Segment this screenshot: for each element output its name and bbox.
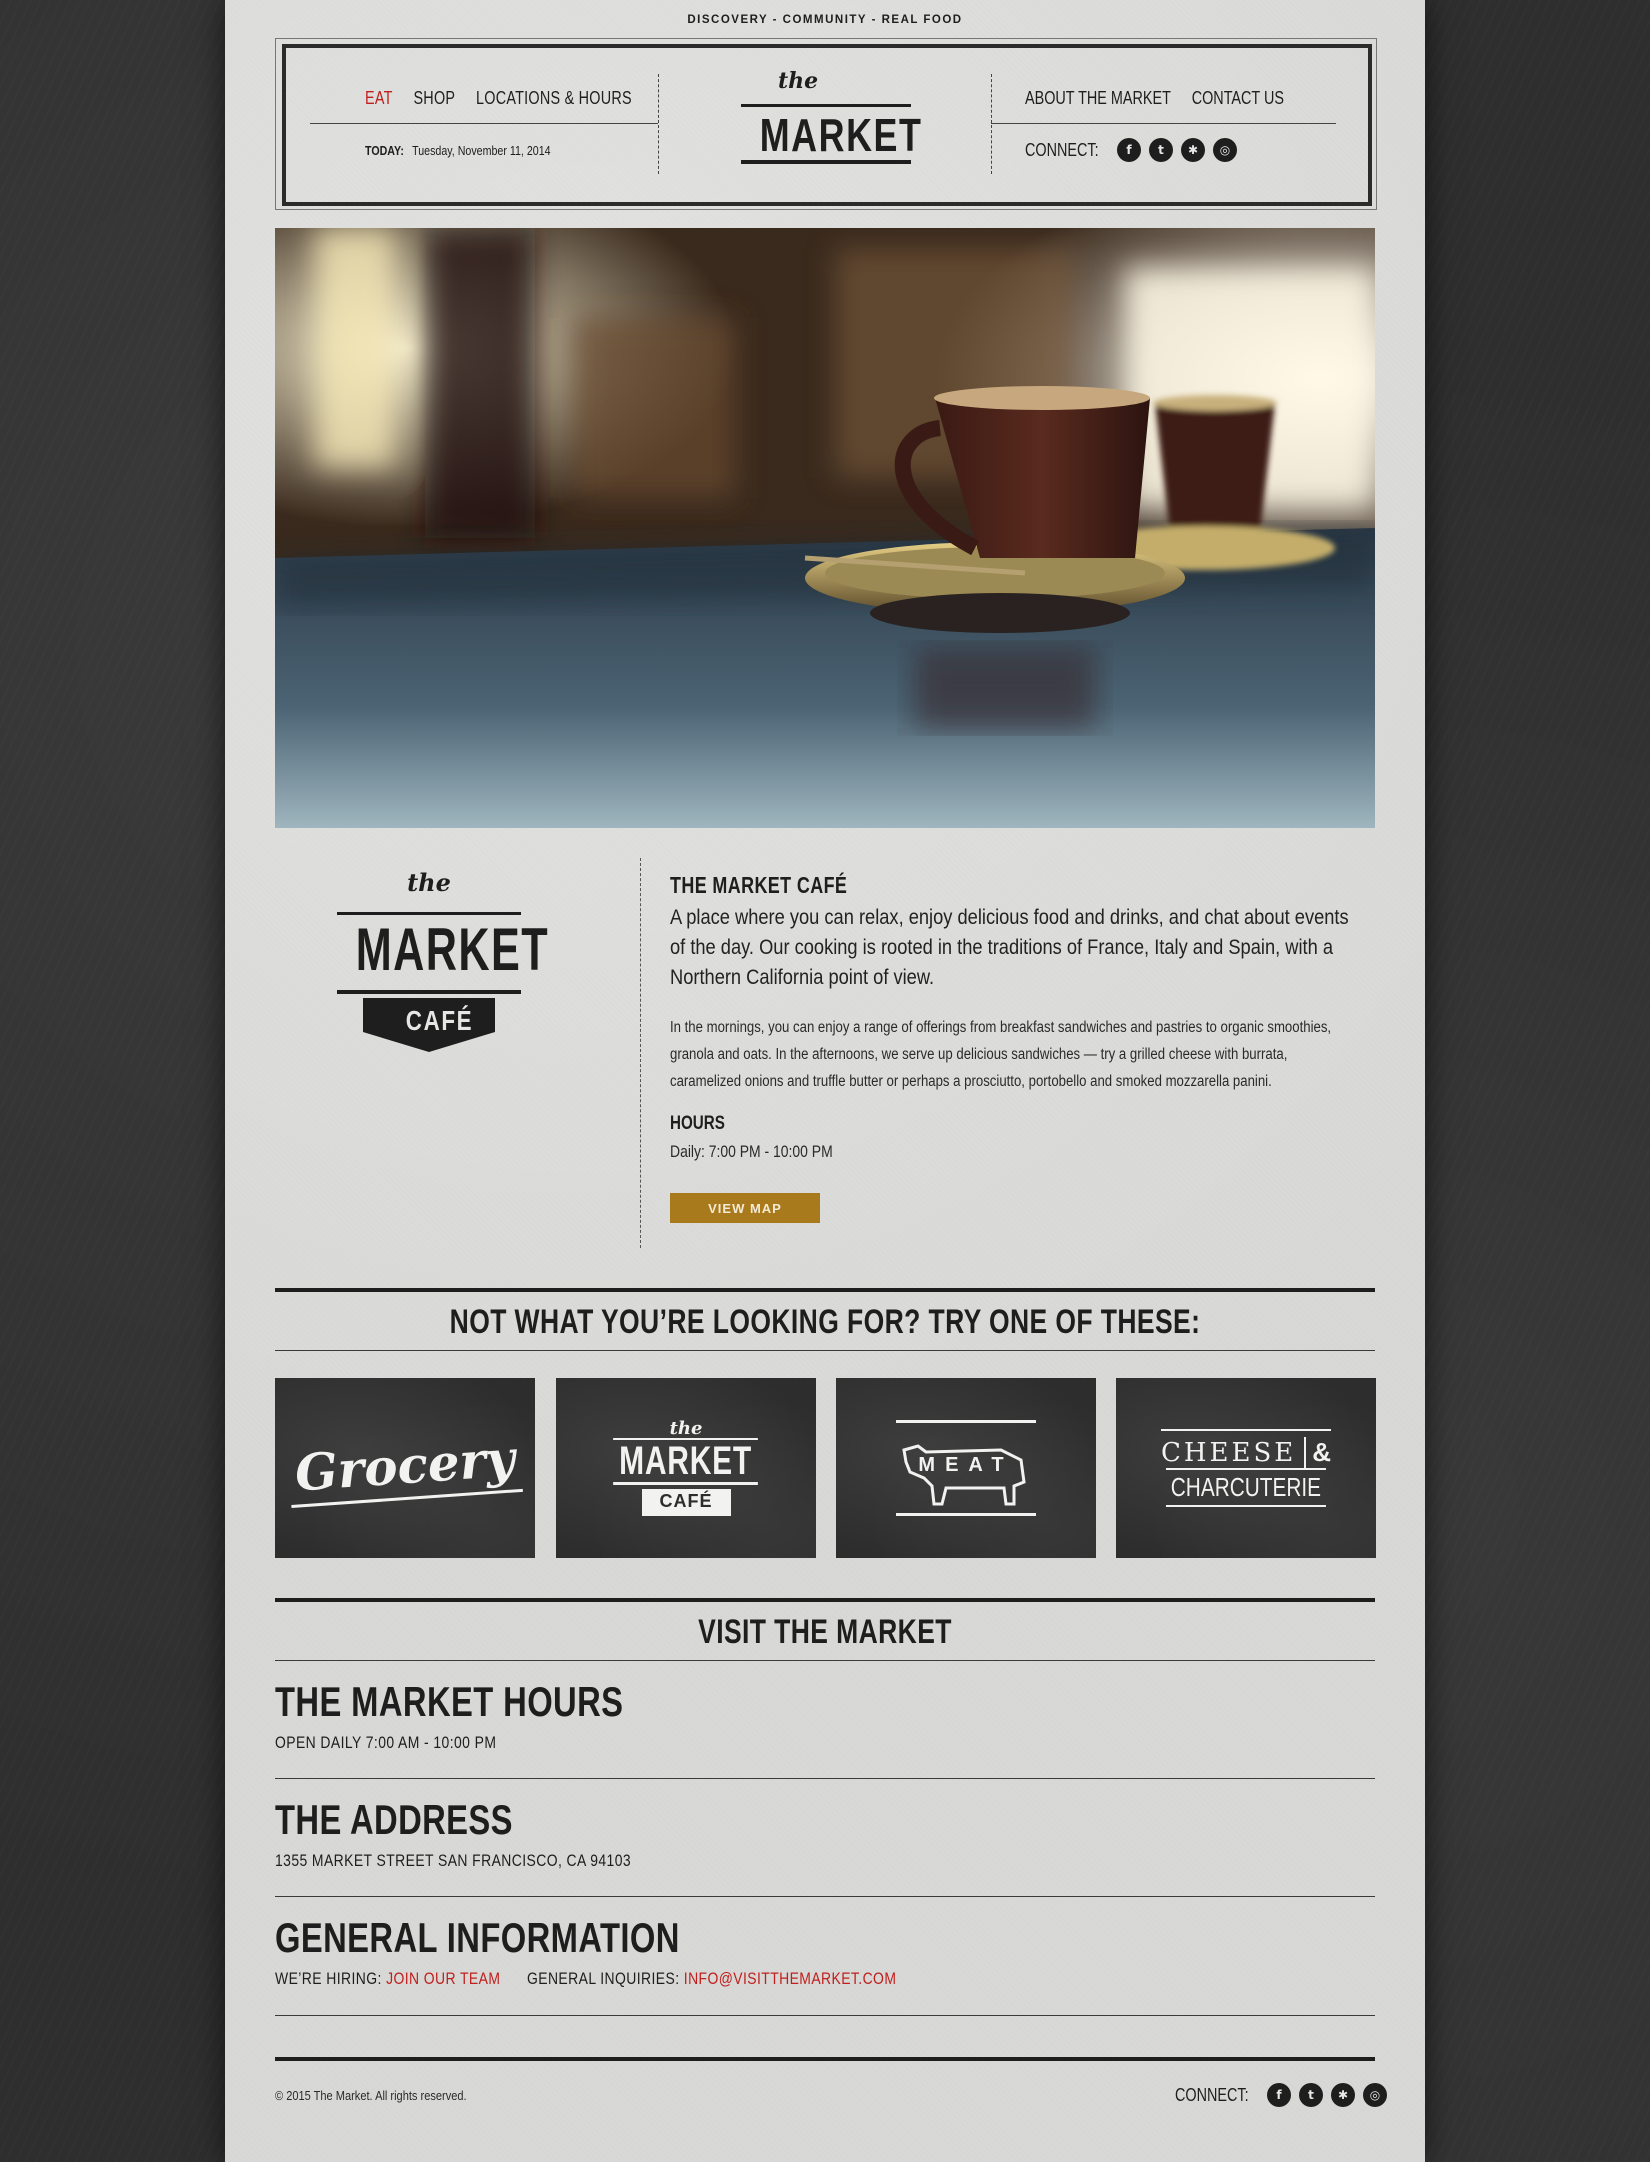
tile-meat[interactable]: MEAT: [836, 1378, 1096, 1558]
inquiries-label: GENERAL INQUIRIES:: [526, 1969, 680, 1988]
tile-meat-art: MEAT: [896, 1420, 1036, 1516]
visit-heading: VISIT THE MARKET: [698, 1613, 952, 1651]
tile-cafe-cafe: CAFÉ: [641, 1489, 731, 1516]
instagram-icon[interactable]: ◎: [1363, 2083, 1388, 2107]
tile-cheese-line1: CHEESE &: [1160, 1429, 1332, 1468]
cafe-logo-cafe: CAFÉ: [405, 1005, 474, 1036]
header-dashed-divider-left: [658, 74, 659, 174]
suggest-heading: NOT WHAT YOU’RE LOOKING FOR? TRY ONE OF …: [449, 1303, 1201, 1341]
header-connect: CONNECT: f t ✱ ◎: [1025, 138, 1238, 162]
instagram-icon[interactable]: ◎: [1213, 138, 1238, 162]
hero-image: [275, 228, 1375, 828]
view-map-button[interactable]: VIEW MAP: [670, 1193, 820, 1223]
address-title: THE ADDRESS: [275, 1796, 513, 1843]
address-divider: [275, 1896, 1375, 1897]
footer-connect: CONNECT: f t ✱ ◎: [1175, 2083, 1388, 2107]
copyright: © 2015 The Market. All rights reserved.: [275, 2088, 467, 2103]
footer-rule: [275, 2057, 1375, 2061]
nav-shop[interactable]: SHOP: [413, 88, 455, 109]
suggest-rule-top: [275, 1288, 1375, 1292]
tile-cafe-the: the: [669, 1418, 703, 1439]
cafe-logo-the: the: [407, 868, 451, 897]
tile-cheese-charcuterie[interactable]: CHEESE & CHARCUTERIE: [1116, 1378, 1376, 1558]
cafe-lead-text: A place where you can relax, enjoy delic…: [670, 905, 1349, 989]
primary-nav: EAT SHOP LOCATIONS & HOURS: [365, 88, 632, 109]
connect-label: CONNECT:: [1025, 139, 1099, 160]
address-text: 1355 MARKET STREET SAN FRANCISCO, CA 941…: [275, 1851, 632, 1870]
today-value: Tuesday, November 11, 2014: [412, 143, 551, 158]
nav-about-the-market[interactable]: ABOUT THE MARKET: [1025, 88, 1171, 109]
market-hours-title: THE MARKET HOURS: [275, 1678, 624, 1725]
join-our-team-link[interactable]: JOIN OUR TEAM: [386, 1969, 500, 1988]
header-divider-left: [310, 123, 658, 124]
yelp-icon[interactable]: ✱: [1181, 138, 1206, 162]
tile-grocery[interactable]: Grocery: [275, 1378, 535, 1558]
hiring-label: WE’RE HIRING:: [275, 1969, 382, 1988]
cafe-hours-text: Daily: 7:00 PM - 10:00 PM: [670, 1142, 833, 1161]
twitter-icon[interactable]: t: [1299, 2083, 1324, 2107]
cafe-dashed-divider: [640, 858, 641, 1248]
cafe-body-text: In the mornings, you can enjoy a range o…: [670, 1019, 1332, 1090]
cafe-hours-title: HOURS: [670, 1113, 725, 1134]
tagline: DISCOVERY - COMMUNITY - REAL FOOD: [687, 14, 963, 26]
tile-market-cafe[interactable]: the MARKET CAFÉ: [556, 1378, 816, 1558]
general-info-title: GENERAL INFORMATION: [275, 1914, 680, 1961]
page-paper: DISCOVERY - COMMUNITY - REAL FOOD EAT SH…: [225, 0, 1425, 2162]
tile-cafe-market: MARKET: [613, 1438, 759, 1485]
secondary-nav: ABOUT THE MARKET CONTACT US: [1025, 88, 1284, 109]
nav-contact-us[interactable]: CONTACT US: [1192, 88, 1284, 109]
header-dashed-divider-right: [991, 74, 992, 174]
hero-coffee-photo: [275, 228, 1375, 828]
facebook-icon[interactable]: f: [1117, 138, 1142, 162]
tile-cheese-amp: &: [1304, 1437, 1331, 1468]
today-date: TODAY: Tuesday, November 11, 2014: [365, 143, 551, 158]
tile-cheese-label: CHEESE: [1160, 1437, 1297, 1468]
footer-connect-label: CONNECT:: [1175, 2084, 1249, 2105]
twitter-icon[interactable]: t: [1149, 138, 1174, 162]
market-hours-text: OPEN DAILY 7:00 AM - 10:00 PM: [275, 1733, 497, 1752]
yelp-icon[interactable]: ✱: [1331, 2083, 1356, 2107]
inquiries-email-link[interactable]: INFO@VISITTHEMARKET.COM: [684, 1969, 897, 1988]
general-divider: [275, 2015, 1375, 2016]
tile-grocery-label: Grocery: [287, 1427, 523, 1509]
nav-locations-hours[interactable]: LOCATIONS & HOURS: [476, 88, 632, 109]
cafe-title: THE MARKET CAFÉ: [670, 872, 848, 898]
logo-rule-bottom: [741, 160, 911, 164]
logo-rule-top: [741, 104, 911, 107]
visit-rule-bottom: [275, 1660, 1375, 1661]
tile-charcuterie-label: CHARCUTERIE: [1166, 1468, 1326, 1507]
logo-the: the: [778, 68, 819, 94]
hours-divider: [275, 1778, 1375, 1779]
nav-eat[interactable]: EAT: [365, 88, 393, 109]
logo-market: MARKET: [759, 109, 923, 161]
today-label: TODAY:: [365, 143, 404, 158]
facebook-icon[interactable]: f: [1267, 2083, 1292, 2107]
cafe-logo-market: MARKET: [355, 916, 550, 983]
general-info-line: WE’RE HIRING: JOIN OUR TEAM GENERAL INQU…: [275, 1969, 896, 1989]
suggest-rule-bottom: [275, 1350, 1375, 1351]
tile-meat-label: MEAT: [918, 1454, 1014, 1476]
header-divider-right: [991, 123, 1336, 124]
visit-rule-top: [275, 1598, 1375, 1602]
